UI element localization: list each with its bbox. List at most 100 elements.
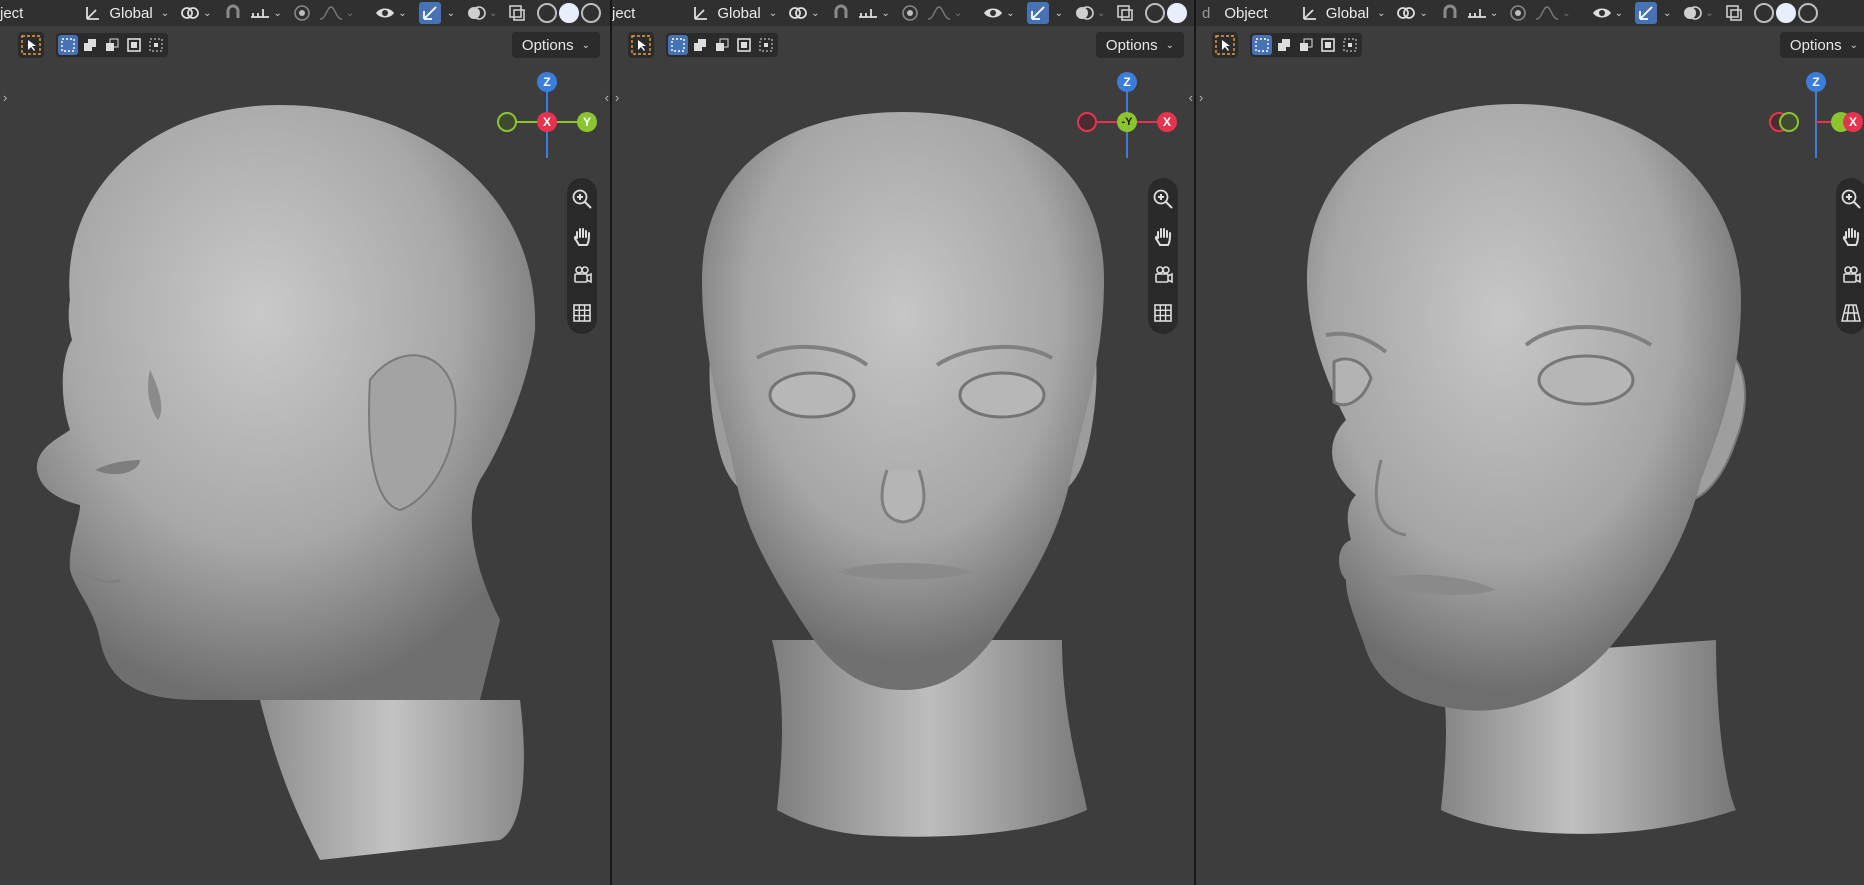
selection-mode-group xyxy=(666,33,778,57)
pivot-point-button[interactable]: ⌄ xyxy=(787,2,819,24)
snap-target-button[interactable]: ⌄ xyxy=(249,2,282,24)
pivot-point-icon xyxy=(1397,7,1416,19)
selection-mode-group xyxy=(56,33,168,57)
visibility-button[interactable]: ⌄ xyxy=(1591,2,1623,24)
overlay-button[interactable]: ⌄ xyxy=(465,2,497,24)
chevron-down-icon: ⌄ xyxy=(273,7,282,19)
snap-button[interactable] xyxy=(1440,2,1460,24)
proportional-editing-button[interactable] xyxy=(292,2,312,24)
select-new-button[interactable] xyxy=(58,35,78,55)
select-cursor-icon xyxy=(21,35,41,55)
mode-menu[interactable]: ject xyxy=(612,5,643,22)
chevron-down-icon: ⌄ xyxy=(1377,7,1386,19)
transform-orientation-icon xyxy=(694,7,708,20)
snap-target-button[interactable]: ⌄ xyxy=(857,2,890,24)
mode-menu[interactable]: Object xyxy=(1224,5,1275,22)
select-extend-button[interactable] xyxy=(690,35,710,55)
active-tool-button[interactable] xyxy=(1212,32,1238,58)
xray-button[interactable] xyxy=(1724,2,1744,24)
select-extend-button[interactable] xyxy=(80,35,100,55)
material-shading-icon[interactable] xyxy=(1797,3,1818,23)
snap-magnet-icon xyxy=(834,4,848,18)
zoom-icon xyxy=(1841,189,1861,209)
mode-menu[interactable]: ject xyxy=(0,5,31,22)
select-intersect-button[interactable] xyxy=(1340,35,1360,55)
options-dropdown[interactable]: Options ⌄ xyxy=(1779,32,1864,58)
chevron-down-icon: ⌄ xyxy=(881,7,890,19)
pan-button[interactable] xyxy=(1838,222,1864,252)
gizmo-toggle[interactable] xyxy=(418,2,441,24)
orientation-dropdown[interactable]: Global ⌄ xyxy=(79,2,173,24)
pivot-point-button[interactable]: ⌄ xyxy=(179,2,211,24)
snap-target-button[interactable]: ⌄ xyxy=(1466,2,1498,24)
xray-icon xyxy=(509,5,526,21)
perspective-toggle-button[interactable] xyxy=(1838,298,1864,328)
options-dropdown[interactable]: Options ⌄ xyxy=(511,32,600,58)
solid-shading-icon[interactable] xyxy=(1775,3,1796,23)
pivot-point-button[interactable]: ⌄ xyxy=(1395,2,1428,24)
chevron-down-icon: ⌄ xyxy=(953,7,963,19)
active-tool-button[interactable] xyxy=(18,32,44,58)
snap-button[interactable] xyxy=(831,2,851,24)
select-new-button[interactable] xyxy=(668,35,688,55)
gizmo-toggle[interactable] xyxy=(1635,2,1658,24)
material-shading-icon[interactable] xyxy=(581,3,602,23)
zoom-button[interactable] xyxy=(1838,184,1864,214)
viewport-header: ject Global ⌄ ⌄ ⌄ ⌄ ⌄ ⌄ ⌄ xyxy=(0,0,610,26)
tool-settings-row: Options ⌄ xyxy=(0,30,610,60)
visibility-button[interactable]: ⌄ xyxy=(982,2,1015,24)
chevron-down-icon: ⌄ xyxy=(345,7,355,19)
proportional-editing-icon xyxy=(1510,5,1527,21)
editor-type-stub: d xyxy=(1202,4,1211,22)
select-new-button[interactable] xyxy=(1252,35,1272,55)
select-extend-button[interactable] xyxy=(1274,35,1294,55)
options-dropdown[interactable]: Options ⌄ xyxy=(1095,32,1184,58)
solid-shading-icon[interactable] xyxy=(559,3,580,23)
falloff-button[interactable]: ⌄ xyxy=(1534,2,1571,24)
select-intersect-button[interactable] xyxy=(756,35,776,55)
solid-shading-icon[interactable] xyxy=(1167,3,1188,23)
select-invert-button[interactable] xyxy=(124,35,144,55)
select-subtract-button[interactable] xyxy=(1296,35,1316,55)
hand-pan-icon xyxy=(1842,228,1859,246)
falloff-button[interactable]: ⌄ xyxy=(926,2,962,24)
xray-button[interactable] xyxy=(507,2,527,24)
chevron-down-icon: ⌄ xyxy=(1165,39,1174,51)
snap-button[interactable] xyxy=(223,2,243,24)
overlay-button[interactable]: ⌄ xyxy=(1073,2,1105,24)
xray-button[interactable] xyxy=(1115,2,1135,24)
wireframe-shading-icon[interactable] xyxy=(1753,3,1774,23)
viewport-three-quarter[interactable]: d Object Global ⌄ ⌄ ⌄ ⌄ ⌄ ⌄ ⌄ Options ⌄ … xyxy=(1196,0,1864,885)
select-invert-button[interactable] xyxy=(1318,35,1338,55)
select-subtract-button[interactable] xyxy=(712,35,732,55)
gizmo-dropdown[interactable]: ⌄ xyxy=(447,8,455,19)
select-subtract-button[interactable] xyxy=(102,35,122,55)
chevron-down-icon: ⌄ xyxy=(581,39,590,51)
proportional-editing-button[interactable] xyxy=(900,2,920,24)
gizmo-x-positive[interactable]: X xyxy=(1843,112,1863,132)
viewport-front[interactable]: ject Global ⌄ ⌄ ⌄ ⌄ ⌄ ⌄ ⌄ Options ⌄ › ‹ … xyxy=(612,0,1194,885)
wireframe-shading-icon[interactable] xyxy=(1145,3,1166,23)
chevron-down-icon: ⌄ xyxy=(768,7,778,19)
select-invert-button[interactable] xyxy=(734,35,754,55)
orientation-dropdown[interactable]: Global ⌄ xyxy=(687,2,781,24)
camera-view-button[interactable] xyxy=(1838,260,1864,290)
tool-settings-row: Options ⌄ xyxy=(612,30,1194,60)
overlay-button[interactable]: ⌄ xyxy=(1681,2,1714,24)
orientation-label: Global xyxy=(109,4,153,22)
orientation-label: Global xyxy=(1325,4,1370,22)
select-cursor-icon xyxy=(1215,35,1235,55)
gizmo-dropdown[interactable]: ⌄ xyxy=(1055,8,1063,19)
orientation-dropdown[interactable]: Global ⌄ xyxy=(1296,2,1390,24)
falloff-button[interactable]: ⌄ xyxy=(318,2,354,24)
object-visibility-icon xyxy=(1592,8,1611,18)
active-tool-button[interactable] xyxy=(628,32,654,58)
viewport-left[interactable]: ject Global ⌄ ⌄ ⌄ ⌄ ⌄ ⌄ ⌄ Options ⌄ › ‹ … xyxy=(0,0,610,885)
gizmo-dropdown[interactable]: ⌄ xyxy=(1663,8,1671,19)
visibility-button[interactable]: ⌄ xyxy=(374,2,407,24)
proportional-editing-button[interactable] xyxy=(1508,2,1528,24)
options-label: Options xyxy=(1789,36,1842,54)
wireframe-shading-icon[interactable] xyxy=(537,3,558,23)
gizmo-toggle[interactable] xyxy=(1026,2,1049,24)
select-intersect-button[interactable] xyxy=(146,35,166,55)
